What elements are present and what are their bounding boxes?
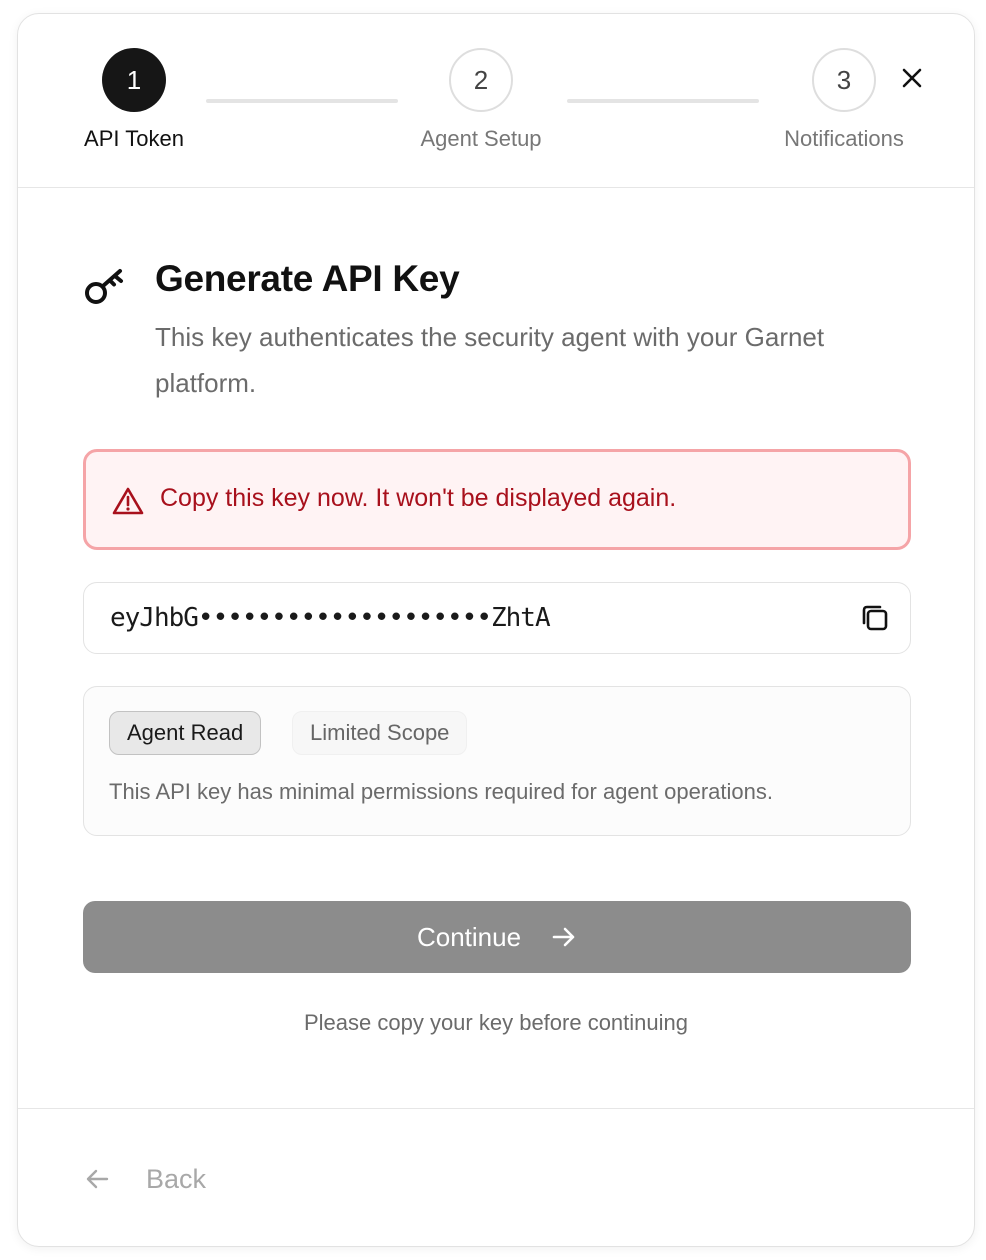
continue-hint: Please copy your key before continuing (303, 1010, 688, 1035)
modal-footer: Back (18, 1108, 974, 1246)
step-3-circle[interactable]: 3 (812, 48, 876, 112)
page-title: Generate API Key (155, 258, 460, 299)
copy-icon (862, 605, 888, 631)
page-subtitle: This key authenticates the security agen… (155, 322, 825, 398)
stepper: 1 2 3 API Token Agent Setup Notification… (18, 14, 974, 188)
key-icon (85, 269, 123, 304)
permissions-description: This API key has minimal permissions req… (109, 779, 773, 804)
step-1-circle[interactable]: 1 (102, 48, 166, 112)
warning-alert: Copy this key now. It won't be displayed… (83, 449, 911, 550)
permission-chip-agent-read: Agent Read (109, 711, 262, 755)
arrow-left-icon (86, 1169, 109, 1189)
step-2-label: Agent Setup (420, 126, 542, 151)
step-3-number: 3 (836, 64, 852, 95)
step-2-circle[interactable]: 2 (449, 48, 513, 112)
back-button-label: Back (146, 1163, 207, 1194)
step-connector-1 (206, 99, 398, 103)
permissions-box: Agent Read Limited Scope This API key ha… (83, 686, 911, 836)
continue-button-label: Continue (416, 921, 522, 952)
step-2-number: 2 (473, 64, 489, 95)
step-3-label: Notifications (784, 126, 904, 151)
copy-button[interactable] (858, 601, 892, 635)
back-button[interactable]: Back (84, 1159, 206, 1199)
step-1-label: API Token (84, 126, 184, 151)
api-key-modal: 1 2 3 API Token Agent Setup Notification… (17, 13, 975, 1247)
api-key-field[interactable]: eyJhbG••••••••••••••••••••ZhtA (83, 582, 911, 654)
continue-button[interactable]: Continue (83, 901, 911, 973)
step-1-number: 1 (126, 64, 142, 95)
step-connector-2 (567, 99, 759, 103)
close-button[interactable] (898, 64, 926, 92)
warning-icon (112, 487, 144, 515)
permission-chip-limited-scope: Limited Scope (292, 711, 468, 755)
arrow-right-icon (552, 927, 575, 947)
api-key-value[interactable]: eyJhbG••••••••••••••••••••ZhtA (110, 603, 551, 633)
warning-alert-text: Copy this key now. It won't be displayed… (160, 484, 677, 512)
close-icon (902, 68, 922, 88)
